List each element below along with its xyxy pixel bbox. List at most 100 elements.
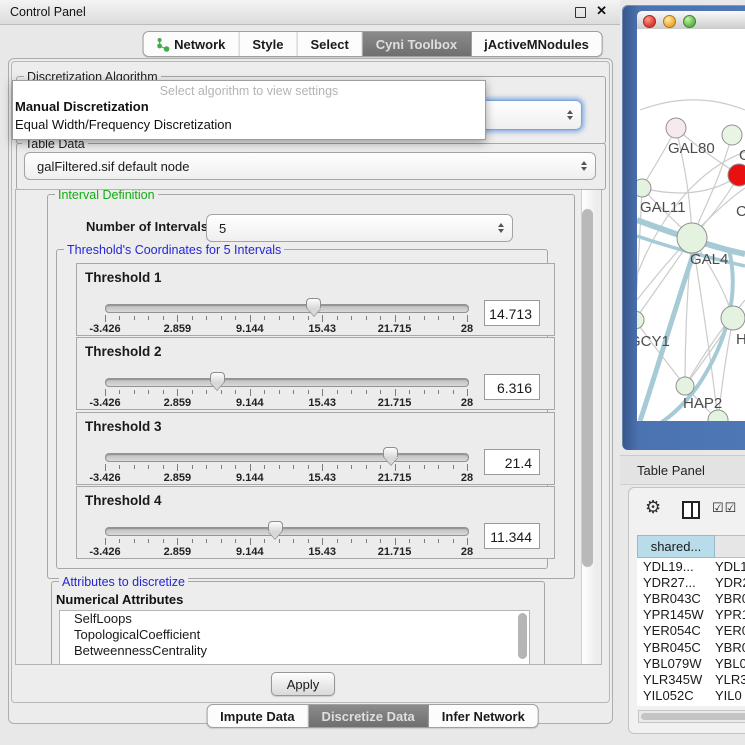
table-row[interactable]: YBL079WYBL0: [637, 655, 745, 671]
slider-tick-label: -3.426: [89, 546, 120, 558]
slider-tick-label: 28: [461, 323, 473, 335]
numerical-attributes-list[interactable]: SelfLoopsTopologicalCoefficientBetweenne…: [59, 610, 530, 665]
threshold-value-field[interactable]: 11.344: [484, 523, 540, 549]
close-traffic-light-icon[interactable]: [643, 15, 656, 28]
list-scrollbar[interactable]: [518, 613, 527, 659]
network-window-titlebar[interactable]: [637, 11, 745, 30]
slider-tick: [221, 465, 222, 469]
slider-tick: [366, 539, 367, 543]
tab-label: Select: [310, 37, 348, 52]
slider-tick: [467, 389, 468, 396]
tab-label: Cyni Toolbox: [376, 37, 457, 52]
dropdown-item-manual-discretization[interactable]: Manual Discretization: [13, 98, 485, 116]
slider-handle[interactable]: [210, 372, 225, 390]
slider-tick: [148, 539, 149, 543]
slider-tick: [351, 390, 352, 394]
table-row[interactable]: YBR045CYBR0: [637, 639, 745, 655]
network-node[interactable]: [721, 306, 745, 330]
slider-tick: [293, 316, 294, 320]
cell-shared-name: YDR27...: [637, 575, 715, 590]
table-hscrollbar-thumb[interactable]: [641, 713, 745, 720]
dropdown-items: Manual DiscretizationEqual Width/Frequen…: [13, 98, 485, 134]
column-header-shared[interactable]: shared...: [637, 535, 715, 558]
table-row[interactable]: YIL052CYIL0: [637, 688, 745, 704]
table-data-combo[interactable]: galFiltered.sif default node: [24, 152, 596, 180]
tab-jactivemnodules[interactable]: jActiveMNodules: [471, 32, 602, 56]
threshold-value-field[interactable]: 6.316: [484, 374, 540, 400]
network-node[interactable]: [728, 164, 745, 186]
network-edge[interactable]: [640, 100, 745, 110]
slider-tick-label: 15.43: [308, 546, 336, 558]
combo-stepper-icon: [498, 223, 504, 233]
attribute-item-selfloops[interactable]: SelfLoops: [60, 611, 529, 627]
table-row[interactable]: YDL19...YDL1: [637, 558, 745, 574]
tab-select[interactable]: Select: [297, 32, 362, 56]
zoom-traffic-light-icon[interactable]: [683, 15, 696, 28]
network-node[interactable]: [637, 311, 644, 329]
table-row[interactable]: YBR043CYBR0: [637, 590, 745, 606]
float-window-icon[interactable]: [575, 7, 586, 18]
slider-tick-label: 9.144: [236, 397, 264, 409]
network-node[interactable]: [676, 377, 694, 395]
network-node[interactable]: [722, 125, 742, 145]
close-icon[interactable]: ✕: [596, 3, 607, 19]
slider-tick: [322, 315, 323, 322]
threshold-value-field[interactable]: 21.4: [484, 449, 540, 475]
slider-tick: [308, 539, 309, 543]
slider-track[interactable]: [105, 378, 469, 387]
slider-track[interactable]: [105, 304, 469, 313]
tab-infer-network[interactable]: Infer Network: [429, 705, 538, 727]
slider-tick: [250, 464, 251, 471]
slider-track[interactable]: [105, 453, 469, 462]
network-edge[interactable]: [642, 175, 739, 193]
table-row[interactable]: YPR145WYPR1: [637, 607, 745, 623]
attribute-item-betweennesscentrality[interactable]: BetweennessCentrality: [60, 643, 529, 659]
table-row[interactable]: YDR27...YDR2: [637, 574, 745, 590]
slider-tick: [221, 316, 222, 320]
settings-scrollbar-thumb[interactable]: [582, 209, 593, 567]
slider-tick: [337, 390, 338, 394]
column-header-name[interactable]: n: [715, 535, 745, 558]
slider-tick-label: 28: [461, 397, 473, 409]
dropdown-item-equal-width-frequency-discretization[interactable]: Equal Width/Frequency Discretization: [13, 116, 485, 134]
slider-track[interactable]: [105, 527, 469, 536]
tab-network[interactable]: Network: [143, 32, 239, 56]
slider-tick: [177, 538, 178, 545]
slider-tick: [380, 316, 381, 320]
minimize-traffic-light-icon[interactable]: [663, 15, 676, 28]
network-node[interactable]: [677, 223, 707, 253]
tab-cyni-toolbox[interactable]: Cyni Toolbox: [363, 32, 471, 56]
attribute-item-topologicalcoefficient[interactable]: TopologicalCoefficient: [60, 627, 529, 643]
slider-tick: [380, 465, 381, 469]
columns-icon[interactable]: [682, 501, 700, 519]
cell-name: YER0: [715, 623, 745, 638]
table-hscrollbar[interactable]: [638, 710, 745, 723]
network-node[interactable]: [637, 179, 651, 197]
table-panel: ⚙ ☑☑ shared... n YDL19...YDL1YDR27...YDR…: [628, 487, 745, 734]
slider-handle[interactable]: [306, 298, 321, 316]
slider-tick: [380, 539, 381, 543]
network-node[interactable]: [666, 118, 686, 138]
slider-tick: [366, 465, 367, 469]
slider-handle[interactable]: [383, 447, 398, 465]
threshold-label: Threshold 3: [85, 419, 162, 434]
tab-impute-data[interactable]: Impute Data: [207, 705, 308, 727]
tab-style[interactable]: Style: [239, 32, 297, 56]
select-columns-checkboxes-icon[interactable]: ☑☑: [712, 500, 737, 516]
gear-icon[interactable]: ⚙: [645, 497, 661, 518]
slider-handle[interactable]: [268, 521, 283, 539]
slider-tick: [206, 316, 207, 320]
slider-tick: [337, 465, 338, 469]
tab-discretize-data[interactable]: Discretize Data: [309, 705, 429, 727]
table-row[interactable]: YER054CYER0: [637, 623, 745, 639]
threshold-value-field[interactable]: 14.713: [484, 300, 540, 326]
table-row[interactable]: YLR345WYLR3: [637, 671, 745, 687]
cell-name: YLR3: [715, 672, 745, 687]
network-canvas[interactable]: GAL80GALCGAL11GAL4GCY1HHAP2: [637, 29, 745, 421]
number-of-intervals-combo[interactable]: 5: [206, 214, 513, 242]
settings-scrollbar-track[interactable]: [581, 190, 598, 664]
panel-title: Control Panel: [10, 5, 86, 19]
network-node-label: C: [736, 203, 745, 220]
tab-label: Style: [252, 37, 283, 52]
apply-button[interactable]: Apply: [271, 672, 335, 696]
